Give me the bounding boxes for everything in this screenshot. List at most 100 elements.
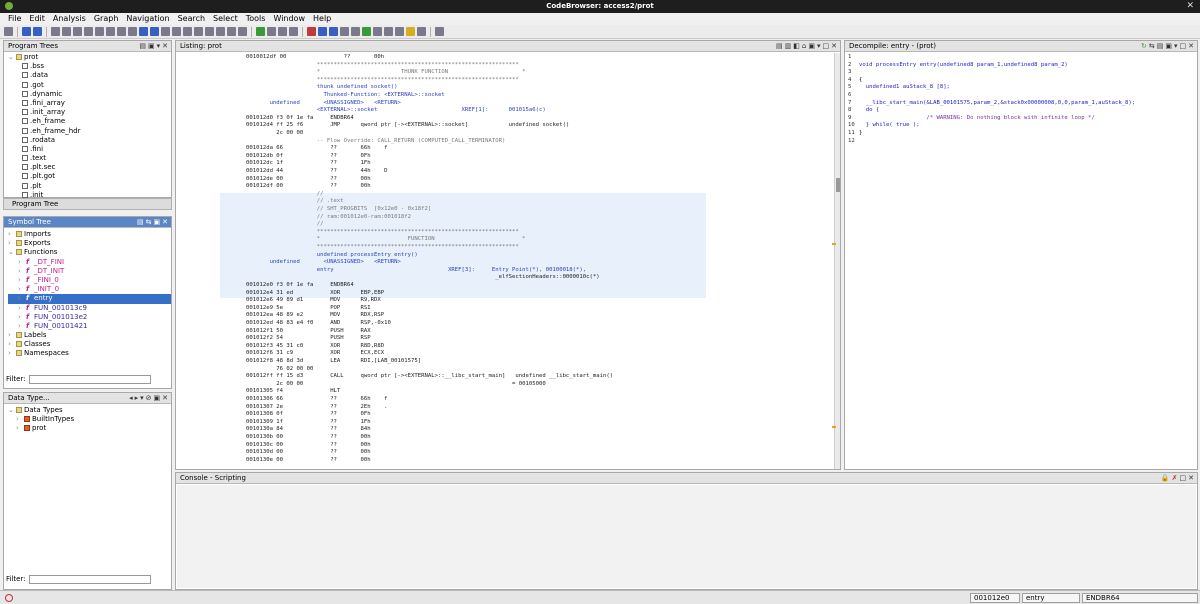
symbol-open-icon[interactable]: ▣ (154, 217, 161, 228)
symbol-link-icon[interactable]: ⇆ (146, 217, 152, 228)
listing-line[interactable]: 001012f6 31 c9 XOR ECX,ECX (246, 350, 384, 357)
symbol-group-classes[interactable]: › Classes (8, 340, 171, 349)
dt-close-icon[interactable]: ✕ (162, 393, 168, 404)
function-item[interactable]: › f _FINI_0 (8, 276, 171, 285)
listing-line[interactable]: <EXTERNAL>::socket XREF[1]: 001015a6(c) (246, 107, 546, 114)
program-tree-item[interactable]: .plt (8, 182, 171, 191)
listing-diff-icon[interactable]: ◧ (793, 41, 800, 52)
symbol-group-namespaces[interactable]: › Namespaces (8, 349, 171, 358)
menu-search[interactable]: Search (174, 13, 209, 25)
program-tree-item[interactable]: .data (8, 71, 171, 80)
nav-function-icon[interactable] (95, 27, 104, 36)
expand-icon[interactable]: › (8, 349, 16, 358)
forward-arrow-icon[interactable] (33, 27, 42, 36)
nav-data-icon[interactable] (62, 27, 71, 36)
listing-line[interactable]: 00101307 2e ?? 2Eh . (246, 404, 387, 411)
listing-line[interactable]: 00101308 0f ?? 0Fh (246, 411, 371, 418)
expand-icon[interactable]: › (18, 267, 26, 276)
expand-icon[interactable]: › (8, 239, 16, 248)
listing-line[interactable]: 001012d4 ff 25 f6 JMP qword ptr [-><EXTE… (246, 122, 569, 129)
dropdown-icon[interactable] (267, 27, 276, 36)
listing-line[interactable]: thunk undefined socket() (246, 84, 398, 91)
listing-line[interactable]: 001012ea 48 89 e2 MOV RDX,RSP (246, 312, 384, 319)
listing-line[interactable]: 001012e6 49 89 d1 MOV R9,RDX (246, 297, 381, 304)
console-clear-icon[interactable]: ✗ (1172, 473, 1178, 484)
listing-line[interactable]: 001012f2 54 PUSH RSP (246, 335, 371, 342)
decompile-close-icon[interactable]: ✕ (1188, 41, 1194, 52)
tree-root[interactable]: ⌄ prot (8, 53, 171, 62)
decompile-line[interactable]: } while( true ); (859, 122, 920, 129)
function-item[interactable]: › f _INIT_0 (8, 285, 171, 294)
listing-line[interactable]: 001012dd 44 ?? 44h D (246, 168, 387, 175)
listing-line[interactable]: 001012ed 48 83 e4 f0 AND RSP,-0x10 (246, 320, 391, 327)
decompile-line[interactable]: undefined1 auStack_8 [8]; (859, 84, 950, 91)
program-tree-item[interactable]: .eh_frame_hdr (8, 127, 171, 136)
nav-vertical-icon[interactable] (227, 27, 236, 36)
menu-select[interactable]: Select (209, 13, 242, 25)
program-tree-item[interactable]: .text (8, 154, 171, 163)
console-output[interactable] (177, 485, 1196, 588)
function-item[interactable]: › f _DT_FINI (8, 258, 171, 267)
menu-analysis[interactable]: Analysis (49, 13, 90, 25)
nav-undefined-icon[interactable] (73, 27, 82, 36)
nav-filter-icon[interactable] (194, 27, 203, 36)
menu-graph[interactable]: Graph (90, 13, 123, 25)
function-item[interactable]: › f FUN_001013e2 (8, 313, 171, 322)
expand-icon[interactable]: › (18, 313, 26, 322)
listing-line[interactable]: * THUNK FUNCTION * (246, 69, 526, 76)
program-tree-item[interactable]: .plt.sec (8, 163, 171, 172)
expand-icon[interactable]: › (18, 322, 26, 331)
menu-file[interactable]: File (4, 13, 25, 25)
program-tree-item[interactable]: .bss (8, 62, 171, 71)
nav-down-icon[interactable] (139, 27, 148, 36)
listing-line[interactable]: 001012f3 45 31 c0 XOR R8D,R8D (246, 343, 384, 350)
listing-line[interactable]: undefined <UNASSIGNED> <RETURN> (246, 259, 401, 266)
listing-line[interactable]: // (246, 191, 324, 198)
nav-variable-icon[interactable] (183, 27, 192, 36)
tree-view-icon[interactable]: ▤ (139, 41, 146, 52)
console-expand-icon[interactable]: □ (1180, 473, 1187, 484)
window-close-icon[interactable]: ✕ (1186, 1, 1194, 11)
dt-open-icon[interactable]: ▣ (154, 393, 161, 404)
listing-line[interactable]: 001012de 00 ?? 00h (246, 176, 371, 183)
function-graph-icon[interactable] (395, 27, 404, 36)
bytes-icon[interactable] (329, 27, 338, 36)
listing-line[interactable]: 0010130d 00 ?? 00h (246, 449, 371, 456)
program-tree-item[interactable]: .rodata (8, 136, 171, 145)
symbol-group-functions[interactable]: ⌄ Functions (8, 248, 171, 257)
listing-line[interactable]: // .text (246, 198, 344, 205)
bookmark-icon[interactable] (406, 27, 415, 36)
decompile-snapshot-icon[interactable]: ▣ (1165, 41, 1172, 52)
listing-line[interactable]: 001012f8 48 8d 3d LEA RDI,[LAB_00101575] (246, 358, 421, 365)
program-tree-tab[interactable]: Program Tree (3, 198, 172, 210)
back-arrow-icon[interactable] (22, 27, 31, 36)
listing-home-icon[interactable]: ⌂ (802, 41, 806, 52)
listing-line[interactable]: Thunked-Function: <EXTERNAL>::socket (246, 92, 444, 99)
decompile-line[interactable]: /* WARNING: Do nothing block with infini… (859, 115, 1094, 122)
listing-line[interactable]: ****************************************… (246, 229, 519, 236)
listing-line[interactable]: // (246, 221, 324, 228)
listing-line[interactable]: 00101306 66 ?? 66h f (246, 396, 387, 403)
listing-line[interactable]: 001012e0 f3 0f 1e fa ENDBR64 (246, 282, 354, 289)
tree-menu-icon[interactable]: ▾ (157, 41, 161, 52)
dt-filter-icon[interactable]: ⊘ (146, 393, 152, 404)
listing-copy-icon[interactable]: ▤ (776, 41, 783, 52)
listing-line[interactable]: * FUNCTION * (246, 236, 526, 243)
program-tree-item[interactable]: .plt.got (8, 172, 171, 181)
decompile-line[interactable]: } (859, 130, 862, 137)
decompile-line[interactable]: __libc_start_main(&LAB_00101575,param_2,… (859, 100, 1135, 107)
dt-back-icon[interactable]: ◂ (129, 393, 133, 404)
data-type-item[interactable]: › prot (8, 424, 171, 433)
listing-snapshot-icon[interactable]: ▣ (808, 41, 815, 52)
listing-line[interactable]: 001012da 66 ?? 66h f (246, 145, 387, 152)
listing-line[interactable]: entry XREF[3]: Entry Point(*), 00100018(… (246, 267, 586, 274)
expand-icon[interactable]: › (18, 304, 26, 313)
listing-paste-icon[interactable]: ▥ (785, 41, 792, 52)
expand-icon[interactable]: › (18, 276, 26, 285)
listing-line[interactable]: 001012f1 50 PUSH RAX (246, 328, 371, 335)
function-item[interactable]: › f _DT_INIT (8, 267, 171, 276)
listing-line[interactable]: 001012e4 31 ed XOR EBP,EBP (246, 290, 384, 297)
decompile-menu-icon[interactable]: ▾ (1174, 41, 1178, 52)
graph-icon[interactable] (318, 27, 327, 36)
listing-scrollbar[interactable] (834, 53, 840, 469)
